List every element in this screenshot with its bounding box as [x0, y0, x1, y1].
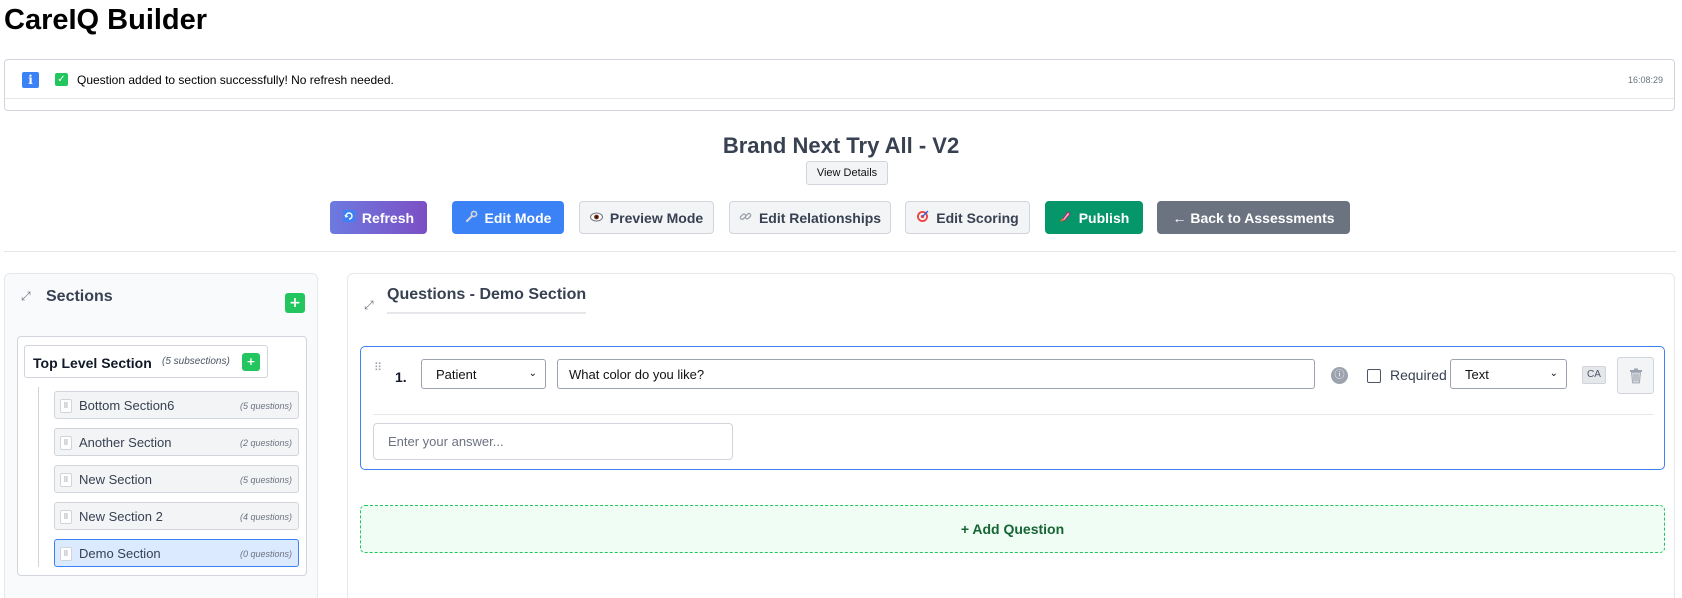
- edit-relationships-label: Edit Relationships: [758, 209, 882, 226]
- preview-mode-button[interactable]: Preview Mode: [579, 201, 714, 234]
- check-icon: ✓: [55, 73, 68, 86]
- question-text-input[interactable]: [557, 359, 1315, 389]
- section-item-new-section[interactable]: ⠿ New Section (5 questions): [54, 465, 299, 493]
- drag-handle-icon[interactable]: ⠿: [60, 399, 72, 413]
- ca-badge[interactable]: CA: [1582, 366, 1606, 384]
- section-item-count: (5 questions): [239, 475, 292, 485]
- section-item-new-section-2[interactable]: ⠿ New Section 2 (4 questions): [54, 502, 299, 530]
- answer-type-select[interactable]: Text ⌄: [1450, 359, 1567, 389]
- question-number: 1.: [395, 369, 407, 385]
- eye-icon: [589, 211, 603, 225]
- section-item-label: Bottom Section6: [79, 398, 175, 413]
- section-item-demo-section[interactable]: ⠿ Demo Section (0 questions): [54, 539, 299, 567]
- subsection-count: (5 subsections): [162, 356, 230, 367]
- edit-mode-label: Edit Mode: [484, 209, 552, 226]
- delete-question-button[interactable]: [1617, 357, 1654, 394]
- required-checkbox[interactable]: [1367, 369, 1381, 383]
- add-question-button[interactable]: + Add Question: [360, 505, 1665, 553]
- notification-time: 16:08:29: [1627, 75, 1663, 85]
- question-divider: [373, 414, 1654, 415]
- questions-title-wrap: Questions - Demo Section: [387, 286, 587, 314]
- drag-handle-icon[interactable]: ⠿: [60, 473, 72, 487]
- question-info-icon[interactable]: ⓘ: [1331, 367, 1348, 384]
- link-icon: [739, 210, 752, 226]
- notification-message: Question added to section successfully! …: [77, 73, 394, 87]
- header-divider: [4, 251, 1676, 252]
- required-label: Required: [1390, 367, 1447, 383]
- sections-title: Sections: [46, 288, 113, 305]
- answer-type-value: Text: [1465, 366, 1489, 382]
- sections-panel: ⤢ Sections + Top Level Section (5 subsec…: [4, 273, 318, 598]
- view-details-button[interactable]: View Details: [806, 161, 888, 185]
- refresh-icon: [342, 210, 355, 225]
- top-level-section-label: Top Level Section: [33, 355, 152, 371]
- notification-panel: i ✓ Question added to section successful…: [4, 59, 1675, 111]
- drag-handle-icon[interactable]: ⠿: [60, 547, 72, 561]
- expand-icon[interactable]: ⤢: [364, 298, 374, 313]
- assessment-title: Brand Next Try All - V2: [722, 133, 960, 158]
- section-item-count: (0 questions): [239, 549, 292, 559]
- questions-panel: ⤢ Questions - Demo Section ⠿ 1. Patient …: [347, 273, 1675, 598]
- trash-icon: [1629, 368, 1643, 384]
- publish-button[interactable]: Publish: [1045, 201, 1143, 234]
- publish-label: Publish: [1078, 209, 1130, 226]
- edit-scoring-label: Edit Scoring: [936, 209, 1019, 226]
- question-card: ⠿ 1. Patient ⌄ ⓘ Required Text ⌄ CA: [360, 346, 1665, 470]
- edit-scoring-button[interactable]: Edit Scoring: [905, 201, 1030, 234]
- drag-handle-icon[interactable]: ⠿: [60, 510, 72, 524]
- tree-connector: [38, 387, 39, 567]
- wrench-icon: [465, 210, 478, 226]
- edit-relationships-button[interactable]: Edit Relationships: [729, 201, 891, 234]
- chevron-down-icon: ⌄: [1549, 368, 1558, 379]
- add-subsection-button[interactable]: +: [242, 353, 260, 371]
- preview-mode-label: Preview Mode: [609, 209, 704, 226]
- refresh-label: Refresh: [361, 209, 415, 226]
- section-item-label: New Section 2: [79, 509, 163, 524]
- section-item-count: (4 questions): [239, 512, 292, 522]
- edit-mode-button[interactable]: Edit Mode: [452, 201, 564, 234]
- add-section-button[interactable]: +: [285, 293, 305, 313]
- notification-row: i ✓ Question added to section successful…: [5, 60, 1674, 99]
- answer-input[interactable]: [373, 423, 733, 460]
- section-tree: Top Level Section (5 subsections) + ⠿ Bo…: [17, 336, 307, 576]
- voice-select[interactable]: Patient ⌄: [421, 359, 546, 389]
- section-item-bottom-section6[interactable]: ⠿ Bottom Section6 (5 questions): [54, 391, 299, 419]
- section-item-count: (2 questions): [239, 438, 292, 448]
- rocket-icon: [1059, 210, 1072, 226]
- top-level-section[interactable]: Top Level Section (5 subsections) +: [24, 345, 268, 378]
- section-item-another-section[interactable]: ⠿ Another Section (2 questions): [54, 428, 299, 456]
- section-item-label: Another Section: [79, 435, 172, 450]
- target-icon: [916, 210, 929, 226]
- info-icon: i: [22, 72, 39, 88]
- drag-handle-icon[interactable]: ⠿: [374, 361, 382, 374]
- back-to-assessments-button[interactable]: ← Back to Assessments: [1157, 201, 1350, 234]
- expand-icon[interactable]: ⤢: [21, 289, 31, 304]
- app-title: CareIQ Builder: [4, 4, 208, 36]
- section-item-label: New Section: [79, 472, 152, 487]
- section-item-label: Demo Section: [79, 546, 161, 561]
- chevron-down-icon: ⌄: [528, 368, 537, 379]
- refresh-button[interactable]: Refresh: [330, 201, 427, 234]
- drag-handle-icon[interactable]: ⠿: [60, 436, 72, 450]
- voice-select-value: Patient: [436, 366, 477, 382]
- section-item-count: (5 questions): [239, 401, 292, 411]
- questions-title: Questions - Demo Section: [387, 286, 587, 303]
